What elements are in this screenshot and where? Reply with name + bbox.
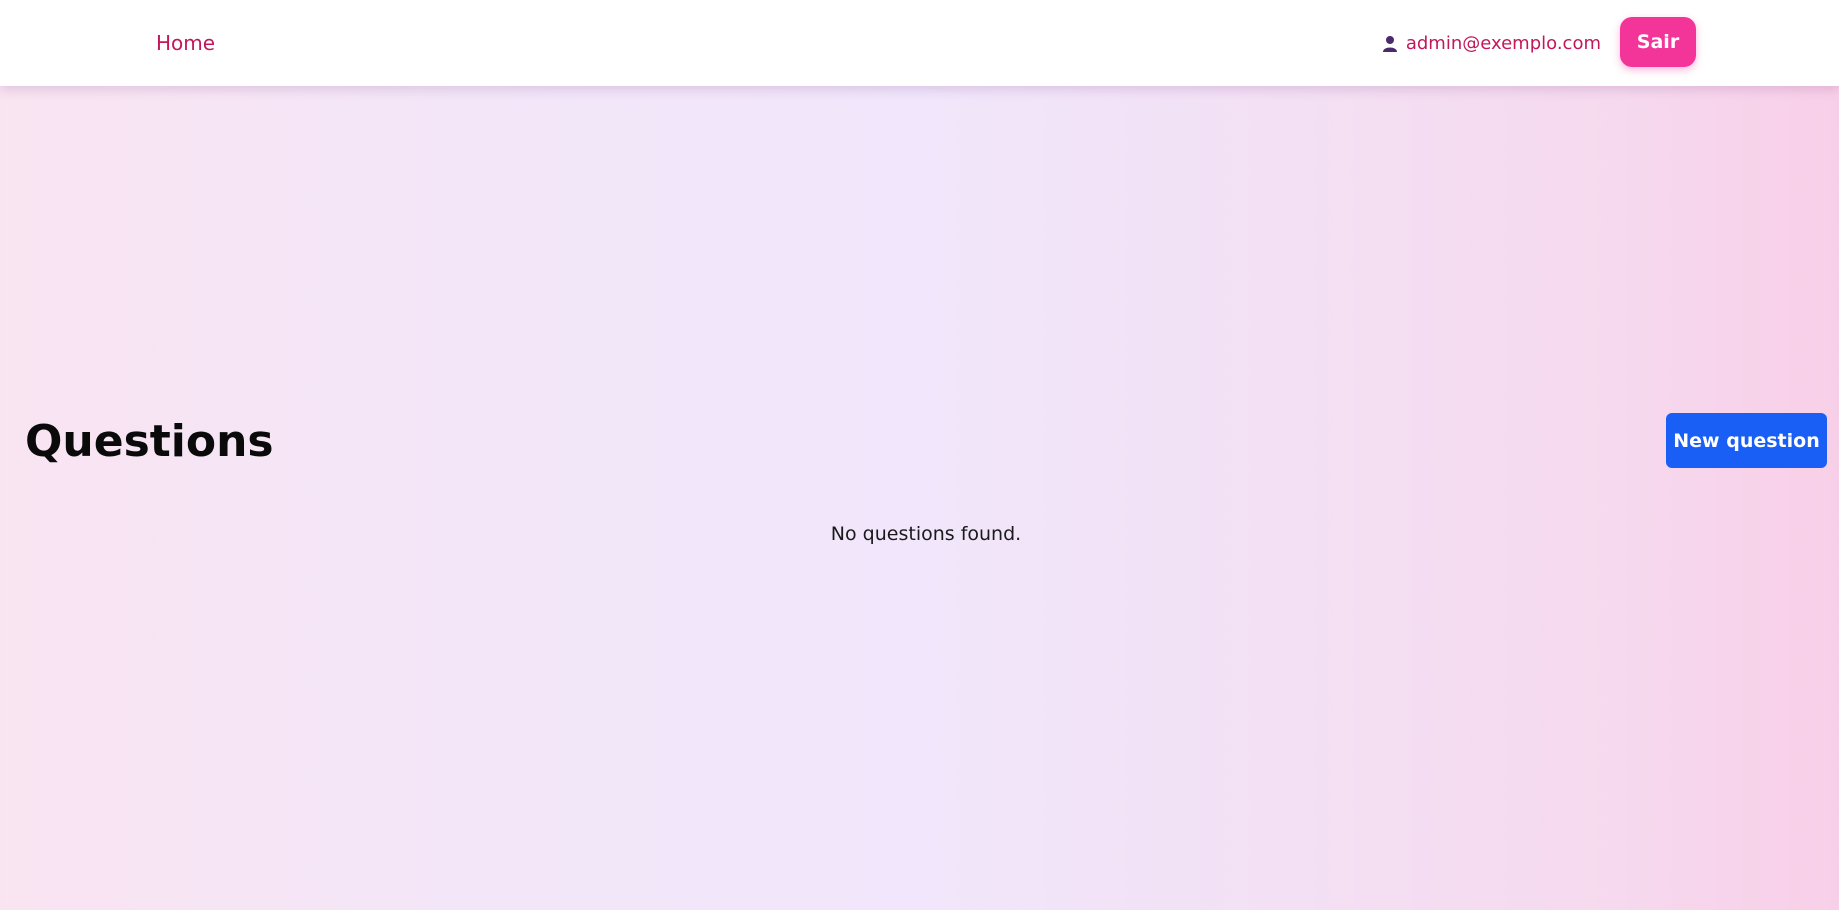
page-title: Questions (25, 416, 274, 467)
new-question-button[interactable]: New question (1666, 413, 1827, 468)
top-navbar: Home admin@exemplo.com Sair (0, 0, 1839, 86)
nav-home-link[interactable]: Home (156, 30, 215, 56)
empty-state-message: No questions found. (830, 523, 1022, 545)
user-email: admin@exemplo.com (1405, 33, 1601, 54)
logout-button[interactable]: Sair (1620, 17, 1696, 67)
user-icon (1382, 35, 1398, 53)
user-info: admin@exemplo.com (1382, 31, 1601, 57)
